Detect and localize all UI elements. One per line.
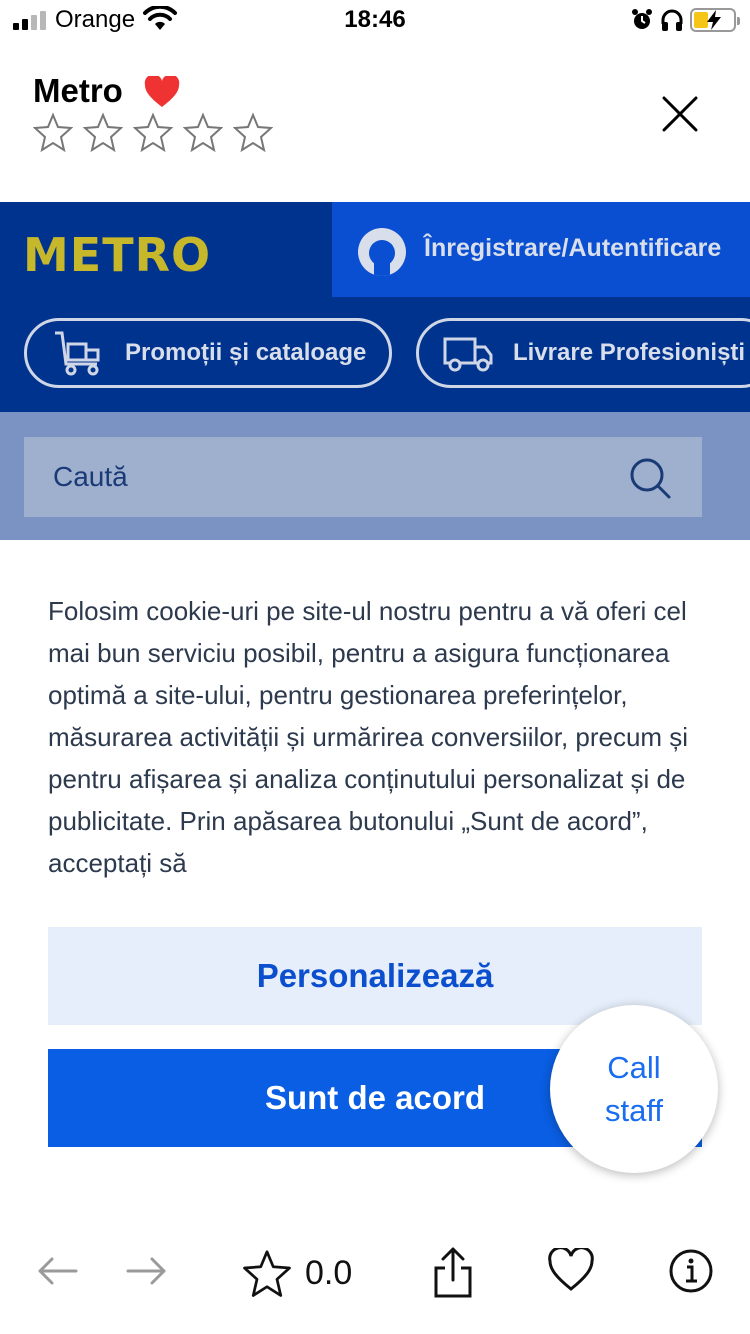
share-icon[interactable]: [430, 1246, 476, 1305]
call-staff-button[interactable]: Call staff: [550, 1005, 718, 1173]
star-icon[interactable]: [183, 112, 223, 152]
battery-icon: [690, 8, 740, 32]
star-icon[interactable]: [33, 112, 73, 152]
site-header: METRO Înregistrare/Autentificare Promoți…: [0, 202, 750, 412]
search-band: Caută: [0, 412, 750, 540]
close-icon[interactable]: [656, 90, 704, 138]
cart-icon: [55, 331, 100, 376]
forward-arrow-icon[interactable]: [124, 1248, 170, 1299]
promotions-label: Promoții și cataloage: [125, 339, 367, 366]
back-arrow-icon[interactable]: [34, 1248, 80, 1299]
search-icon[interactable]: [628, 456, 672, 505]
heart-icon[interactable]: [144, 74, 180, 113]
truck-icon: [443, 337, 493, 372]
promotions-button[interactable]: Promoții și cataloage: [24, 318, 392, 388]
bottom-toolbar: 0.0: [0, 1226, 750, 1326]
headphones-icon: [660, 8, 684, 37]
user-icon: [358, 228, 406, 276]
delivery-button[interactable]: Livrare Profesioniști: [416, 318, 750, 388]
star-icon[interactable]: [133, 112, 173, 152]
star-icon[interactable]: [83, 112, 123, 152]
alarm-icon: [630, 8, 654, 37]
metro-logo[interactable]: METRO: [23, 228, 211, 282]
status-bar: Orange 18:46: [0, 0, 750, 42]
star-icon[interactable]: [242, 1248, 292, 1303]
login-button[interactable]: Înregistrare/Autentificare: [332, 202, 750, 297]
app-header: Metro: [0, 42, 750, 202]
rating-value: 0.0: [305, 1254, 353, 1292]
star-icon[interactable]: [233, 112, 273, 152]
heart-outline-icon[interactable]: [548, 1246, 594, 1297]
page-title: Metro: [33, 72, 123, 109]
delivery-label: Livrare Profesioniști: [513, 339, 746, 366]
info-icon[interactable]: [668, 1248, 714, 1299]
search-input[interactable]: Caută: [24, 437, 702, 517]
cookie-consent-text: Folosim cookie-uri pe site-ul nostru pen…: [48, 596, 689, 878]
rating-stars[interactable]: [33, 112, 273, 152]
call-staff-label: Call staff: [604, 1050, 664, 1128]
login-label: Înregistrare/Autentificare: [424, 234, 722, 262]
search-placeholder: Caută: [53, 461, 128, 492]
